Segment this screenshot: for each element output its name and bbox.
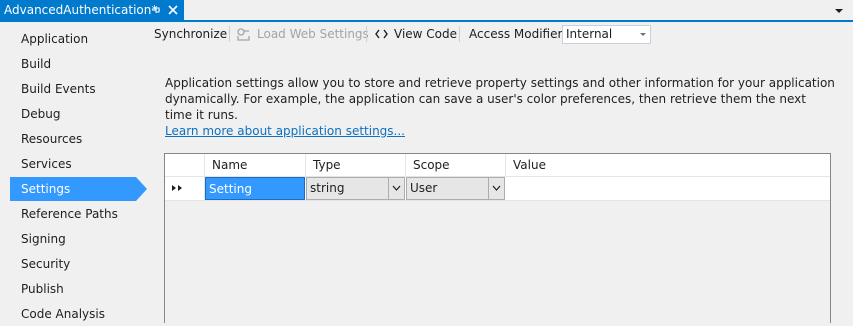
document-tab-strip: AdvancedAuthentication* [0,0,853,22]
description-line: dynamically. For example, the applicatio… [165,92,806,122]
nav-item-settings[interactable]: Settings [10,177,136,201]
description-line: Application settings allow you to store … [165,76,835,90]
settings-grid: Name Type Scope Value Setting string Use… [164,153,831,323]
close-icon[interactable] [167,4,179,16]
project-properties-nav: Application Build Build Events Debug Res… [0,22,150,323]
setting-scope-value: User [410,181,438,195]
load-web-settings-button[interactable]: Load Web Settings [257,22,369,46]
access-modifier-label: Access Modifier: [469,27,567,41]
access-modifier-select[interactable]: Internal [562,25,651,44]
nav-item-debug[interactable]: Debug [10,102,136,126]
nav-item-build-events[interactable]: Build Events [10,77,136,101]
nav-item-security[interactable]: Security [10,252,136,276]
setting-scope-select[interactable]: User [406,177,505,200]
toolbar-separator [229,26,230,42]
nav-selected-arrow [136,177,147,201]
nav-item-application[interactable]: Application [10,27,136,51]
access-modifier-value: Internal [566,27,613,41]
document-tab[interactable]: AdvancedAuthentication* [0,0,184,20]
setting-value-cell[interactable] [506,177,830,200]
learn-more-link[interactable]: Learn more about application settings... [165,123,405,139]
pin-icon[interactable] [150,4,162,16]
table-row[interactable]: Setting string User [165,176,830,201]
column-header-type[interactable]: Type [306,154,406,176]
settings-toolbar: Synchronize Load Web Settings View Code … [150,22,853,46]
nav-item-publish[interactable]: Publish [10,277,136,301]
nav-item-code-analysis[interactable]: Code Analysis [10,302,136,326]
row-header-column [165,154,205,176]
column-header-scope[interactable]: Scope [406,154,506,176]
scope-dropdown-button[interactable] [488,178,504,199]
setting-type-value: string [310,181,345,195]
column-header-name[interactable]: Name [205,154,306,176]
column-header-value[interactable]: Value [506,154,830,176]
nav-item-resources[interactable]: Resources [10,127,136,151]
synchronize-button[interactable]: Synchronize [154,22,227,46]
nav-item-services[interactable]: Services [10,152,136,176]
nav-item-signing[interactable]: Signing [10,227,136,251]
document-tab-title: AdvancedAuthentication* [4,3,158,17]
chevron-down-icon [492,185,501,191]
setting-name-cell[interactable]: Setting [205,177,305,200]
grid-header: Name Type Scope Value [165,154,830,176]
code-brackets-icon [375,29,388,39]
setting-type-select[interactable]: string [306,177,405,200]
nav-item-build[interactable]: Build [10,52,136,76]
row-header-cell[interactable] [165,177,205,200]
settings-description: Application settings allow you to store … [165,75,835,139]
type-dropdown-button[interactable] [388,178,404,199]
view-code-button[interactable]: View Code [394,22,457,46]
chevron-down-icon[interactable] [833,6,845,16]
new-row-indicator-icon [172,185,182,191]
nav-item-reference-paths[interactable]: Reference Paths [10,202,136,226]
web-settings-icon [237,28,250,41]
toolbar-separator [366,26,367,42]
chevron-down-icon [392,185,401,191]
toolbar-separator [459,26,460,42]
chevron-down-icon [640,33,646,36]
